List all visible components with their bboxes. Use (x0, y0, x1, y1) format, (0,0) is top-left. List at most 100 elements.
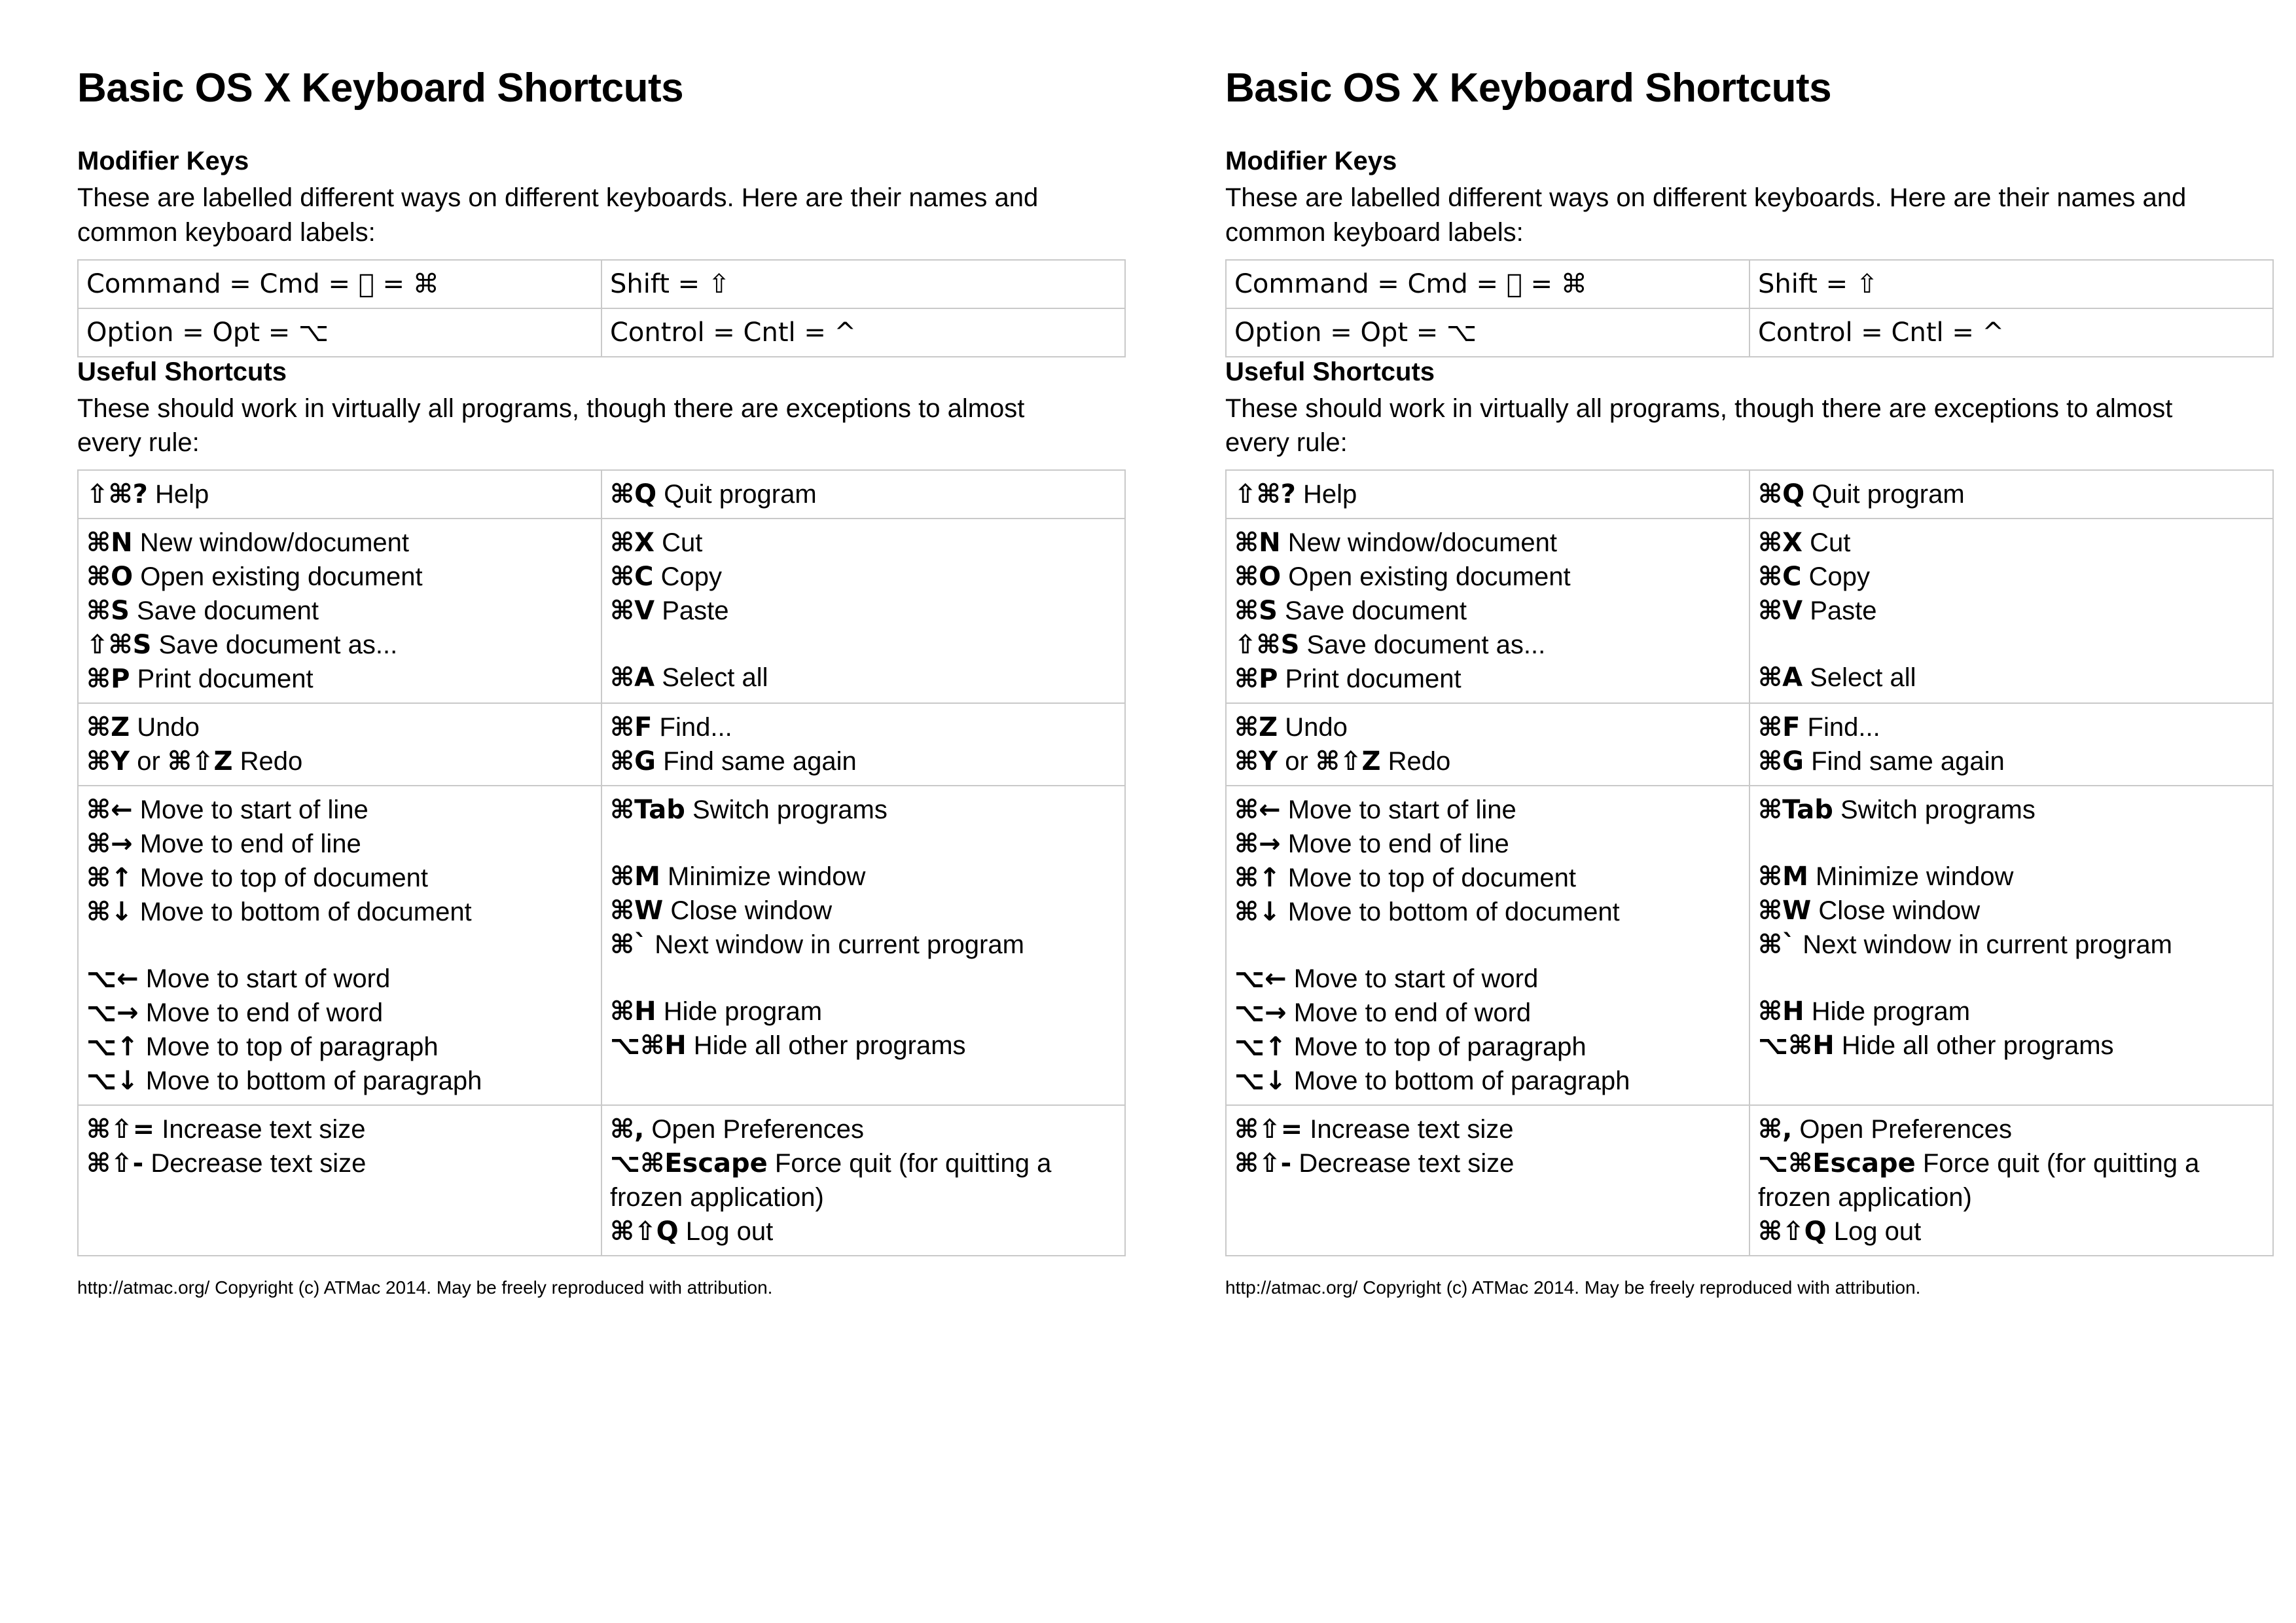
shortcut-line: ⌘, Open Preferences (610, 1112, 1118, 1146)
shortcut-description: Help (147, 480, 209, 509)
shortcut-description: Quit program (1804, 480, 1965, 509)
modifier-cell: Command = Cmd =  = ⌘ (77, 259, 602, 309)
page-panel-left: Basic OS X Keyboard Shortcuts Modifier K… (0, 0, 1148, 1623)
shortcut-description: Hide program (656, 997, 823, 1027)
shortcut-keys: ⌘⇧= (86, 1114, 155, 1145)
shortcut-keys: ⌘↑ (1234, 863, 1281, 894)
shortcut-description: Undo (130, 713, 200, 742)
shortcut-line: ⌘X Cut (1758, 526, 2266, 560)
shortcut-line: ⌘↓ Move to bottom of document (86, 895, 594, 929)
shortcut-description: Paste (1803, 596, 1877, 626)
shortcut-cell: ⌘← Move to start of line ⌘→ Move to end o… (1225, 785, 1750, 1106)
table-row: ⌘N New window/document ⌘O Open existing d… (77, 518, 1126, 704)
shortcut-line: ⇧⌘? Help (1234, 477, 1742, 511)
shortcut-keys-alt: ⌘⇧Z (167, 746, 233, 777)
shortcut-cell: ⌘, Open Preferences ⌥⌘Escape Force quit (… (1749, 1104, 2274, 1257)
shortcut-keys: ⌘W (610, 896, 664, 926)
shortcut-line: ⌘S Save document (1234, 594, 1742, 628)
shortcut-description: Move to top of paragraph (1286, 1032, 1587, 1062)
shortcut-description: Move to end of word (138, 998, 384, 1028)
shortcut-keys: ⌘S (86, 596, 130, 627)
shortcut-description: Hide all other programs (686, 1031, 966, 1061)
shortcut-line: ⌘H Hide program (1758, 994, 2266, 1029)
shortcut-line: ⌥↓ Move to bottom of paragraph (1234, 1064, 1742, 1098)
copyright-footer: http://atmac.org/ Copyright (c) ATMac 20… (77, 1277, 773, 1298)
shortcut-description: Save document (1277, 596, 1467, 626)
shortcut-description: Open Preferences (644, 1115, 865, 1144)
table-row: ⌘← Move to start of line ⌘→ Move to end o… (77, 785, 1126, 1106)
shortcut-line: ⌘⇧= Increase text size (1234, 1112, 1742, 1146)
shortcut-cell: ⌘← Move to start of line ⌘→ Move to end o… (77, 785, 602, 1106)
shortcut-line: ⌘⇧- Decrease text size (86, 1146, 594, 1180)
shortcut-description: Paste (655, 596, 729, 626)
shortcut-line: ⇧⌘? Help (86, 477, 594, 511)
shortcut-cell: ⌘F Find... ⌘G Find same again (601, 702, 1126, 787)
shortcut-keys: ⌘F (1758, 712, 1801, 743)
modifier-keys-body: Command = Cmd =  = ⌘ Shift = ⇧ Option = O… (77, 259, 1126, 357)
shortcut-line: ⌘` Next window in current program (610, 928, 1118, 962)
shortcut-keys: ⌥⌘Escape (610, 1148, 768, 1179)
shortcut-description: Undo (1278, 713, 1348, 742)
shortcut-line: ⌥← Move to start of word (86, 962, 594, 996)
shortcut-keys: ⌘H (1758, 996, 1804, 1027)
shortcut-keys: ⌘H (610, 996, 656, 1027)
shortcut-line: ⌘Y or ⌘⇧Z Redo (1234, 744, 1742, 778)
useful-shortcuts-heading: Useful Shortcuts (77, 357, 287, 386)
shortcut-cell: ⇧⌘? Help (77, 469, 602, 520)
table-row: Command = Cmd =  = ⌘ Shift = ⇧ (1225, 259, 2274, 309)
shortcut-line: ⇧⌘S Save document as... (86, 628, 594, 662)
shortcut-keys: ⌘S (1234, 596, 1278, 627)
shortcut-description: Copy (1801, 562, 1870, 592)
shortcut-description: Open existing document (133, 562, 423, 592)
page-panel-right: Basic OS X Keyboard Shortcuts Modifier K… (1148, 0, 2296, 1623)
shortcut-keys: ⇧⌘S (86, 630, 152, 661)
shortcut-line: ⌘Q Quit program (1758, 477, 2266, 511)
shortcut-keys: ⌥← (86, 964, 139, 994)
shortcut-keys: ⌥⌘Escape (1758, 1148, 1916, 1179)
shortcut-line: ⌘⇧Q Log out (610, 1214, 1118, 1249)
shortcut-description: Open Preferences (1792, 1115, 2013, 1144)
shortcut-keys: ⌘→ (1234, 829, 1281, 860)
shortcut-line: ⌘G Find same again (1758, 744, 2266, 778)
shortcut-keys: ⌘Y (86, 746, 130, 777)
modifier-cell: Option = Opt = ⌥ (1225, 307, 1750, 357)
modifier-keys-table: Command = Cmd =  = ⌘ Shift = ⇧ Option = O… (77, 259, 1126, 357)
shortcut-description: Move to top of document (1280, 864, 1576, 893)
shortcut-description: Copy (653, 562, 722, 592)
shortcut-cell: ⌘⇧= Increase text size ⌘⇧- Decrease text … (77, 1104, 602, 1257)
shortcut-keys: ⌘Tab (610, 795, 685, 826)
shortcut-description: Move to end of word (1286, 998, 1532, 1028)
shortcut-line: ⌥↑ Move to top of paragraph (86, 1030, 594, 1064)
shortcut-keys: ⌘Q (1758, 479, 1805, 510)
shortcut-keys: ⇧⌘? (86, 479, 148, 510)
shortcut-line: ⌘→ Move to end of line (86, 827, 594, 861)
shortcut-keys: ⌘↑ (86, 863, 133, 894)
shortcut-line: ⌥⌘Escape Force quit (for quitting a froz… (1758, 1146, 2266, 1214)
useful-shortcuts-intro: These should work in virtually all progr… (77, 393, 1025, 458)
shortcut-keys: ⌘X (610, 528, 655, 558)
modifier-cell: Option = Opt = ⌥ (77, 307, 602, 357)
shortcut-line: ⌘F Find... (610, 710, 1118, 744)
table-row: ⌘⇧= Increase text size ⌘⇧- Decrease text … (77, 1104, 1126, 1257)
page-title: Basic OS X Keyboard Shortcuts (1225, 65, 1832, 111)
shortcut-keys: ⌥↑ (86, 1032, 139, 1063)
shortcut-keys: ⌘O (1234, 562, 1282, 593)
shortcut-description: Minimize window (660, 862, 866, 892)
shortcut-keys: ⇧⌘? (1234, 479, 1296, 510)
shortcut-line: ⌥→ Move to end of word (86, 996, 594, 1030)
shortcut-keys: ⌥← (1234, 964, 1287, 994)
shortcut-description: Increase text size (1302, 1115, 1514, 1144)
shortcut-line: ⌘Q Quit program (610, 477, 1118, 511)
modifier-label: Control = Cntl = ^ (1758, 317, 2005, 348)
shortcut-keys: ⌘X (1758, 528, 1803, 558)
shortcut-line: ⌘↑ Move to top of document (86, 861, 594, 895)
table-row: ⇧⌘? Help ⌘Q Quit program (1225, 469, 2274, 520)
table-row: ⌘Z Undo ⌘Y or ⌘⇧Z Redo ⌘F Find... ⌘G Find s… (1225, 702, 2274, 787)
shortcut-description: Print document (130, 665, 314, 694)
useful-shortcuts-intro: These should work in virtually all progr… (1225, 393, 2173, 458)
shortcut-line: ⌘⇧= Increase text size (86, 1112, 594, 1146)
shortcut-description: Open existing document (1281, 562, 1571, 592)
shortcut-keys: ⌘← (1234, 795, 1281, 826)
